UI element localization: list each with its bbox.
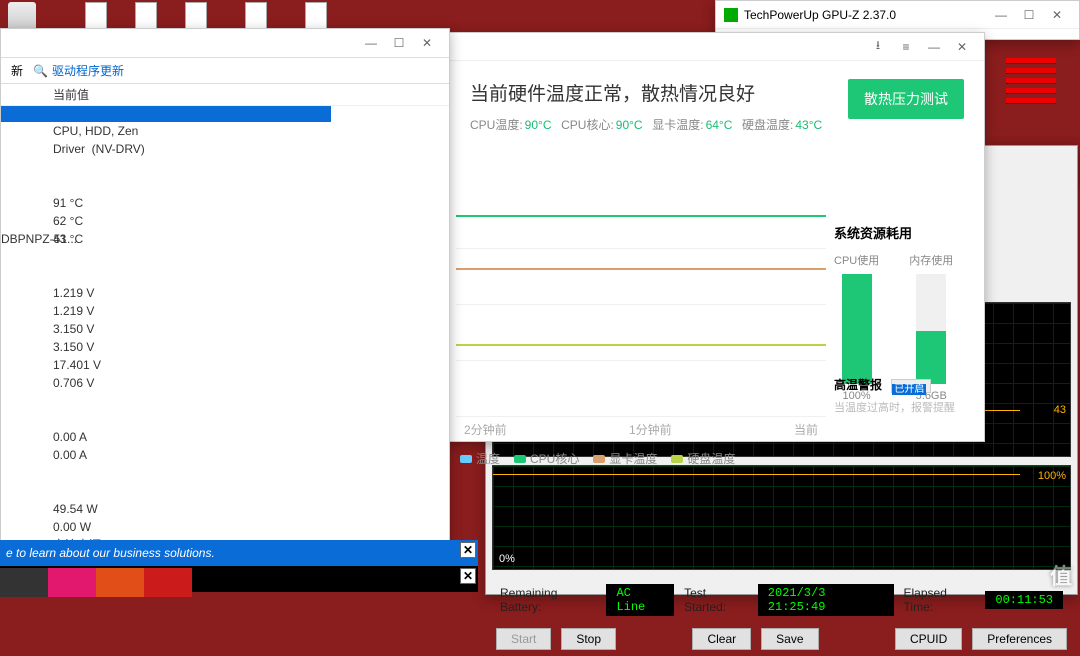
sensor-value: 0.00 A <box>53 428 449 446</box>
cpu-core-value: 90°C <box>616 118 643 132</box>
taskbar-tiles <box>0 568 192 597</box>
legend-item: 显卡温度 <box>593 450 657 467</box>
cpuid-button[interactable]: CPUID <box>895 628 962 650</box>
sensor-value: 49.54 W <box>53 500 449 518</box>
cpu-usage-label: CPU使用 <box>834 252 879 268</box>
sensor-label: DBPNPZ-51... <box>1 230 77 248</box>
start-button[interactable]: Start <box>496 628 551 650</box>
xaxis-label: 1分钟前 <box>629 421 672 438</box>
resource-title: 系统资源耗用 <box>834 223 964 242</box>
cpu-temp-label: CPU温度: <box>470 118 523 132</box>
sensor-value: CPU, HDD, Zen <box>53 122 449 140</box>
cpu-temp-value: 90°C <box>525 118 552 132</box>
close-icon[interactable]: ✕ <box>460 568 476 584</box>
cpu-usage-bar <box>842 274 872 384</box>
taskbar-tile[interactable] <box>0 568 48 597</box>
started-label: Test Started: <box>684 586 748 614</box>
sensor-value: 17.401 V <box>53 356 449 374</box>
sensor-value: 1.219 V <box>53 302 449 320</box>
driver-update-link[interactable]: 驱动程序更新 <box>52 62 124 79</box>
sensor-list: CPU, HDD, Zen Driver (NV-DRV) 91 °C 62 °… <box>1 122 449 562</box>
battery-value: AC Line <box>606 584 674 616</box>
sensor-value: 0.00 W <box>53 518 449 536</box>
menu-icon[interactable]: ≡ <box>892 33 920 61</box>
download-icon[interactable]: ⭳ <box>864 33 892 61</box>
save-button[interactable]: Save <box>761 628 818 650</box>
maximize-button[interactable]: ☐ <box>1015 1 1043 29</box>
hardware-monitor-window: — ☐ ✕ 新 🔍 驱动程序更新 当前值 CPU, HDD, Zen Drive… <box>0 28 450 568</box>
battery-label: Remaining Battery: <box>500 586 596 614</box>
taskbar-tile[interactable] <box>48 568 96 597</box>
minimize-button[interactable]: — <box>920 33 948 61</box>
sensor-value: 3.150 V <box>53 338 449 356</box>
close-button[interactable]: ✕ <box>1043 1 1071 29</box>
close-icon[interactable]: ✕ <box>460 542 476 558</box>
clear-button[interactable]: Clear <box>692 628 751 650</box>
search-icon: 🔍 <box>33 64 48 78</box>
sensor-value: 62 °C <box>53 212 449 230</box>
elapsed-value: 00:11:53 <box>985 591 1063 609</box>
temp-chart: 2分钟前 1分钟前 当前 温度 CPU核心 显卡温度 硬盘温度 <box>456 193 826 423</box>
xaxis-label: 2分钟前 <box>464 421 507 438</box>
gpuz-title: TechPowerUp GPU-Z 2.37.0 <box>744 8 987 22</box>
tab-new[interactable]: 新 <box>5 62 29 79</box>
mem-usage-label: 内存使用 <box>909 252 953 268</box>
started-value: 2021/3/3 21:25:49 <box>758 584 894 616</box>
graph-axis-label: 0% <box>499 553 515 565</box>
sensor-value: 3.150 V <box>53 320 449 338</box>
sensor-value: 0.00 A <box>53 446 449 464</box>
legend-item: CPU核心 <box>514 450 579 467</box>
gpu-temp-value: 64°C <box>706 118 733 132</box>
graph-value: 43 <box>1054 404 1066 416</box>
sensor-value: 0.706 V <box>53 374 449 392</box>
preferences-button[interactable]: Preferences <box>972 628 1067 650</box>
maximize-button[interactable]: ☐ <box>385 29 413 57</box>
hdd-temp-label: 硬盘温度: <box>742 118 793 132</box>
stress-test-button[interactable]: 散热压力测试 <box>848 79 964 119</box>
xaxis-label: 当前 <box>794 421 818 438</box>
status-row: Remaining Battery: AC Line Test Started:… <box>492 578 1071 622</box>
selected-row[interactable] <box>1 106 331 122</box>
alert-toggle[interactable]: 已开启 <box>891 379 931 393</box>
graph-value: 100% <box>1038 470 1066 482</box>
background-indicator <box>1006 58 1056 108</box>
ad-banner-text: e to learn about our business solutions. <box>6 546 215 560</box>
stop-button[interactable]: Stop <box>561 628 616 650</box>
usage-graph: 100% 0% <box>492 465 1071 570</box>
mem-usage-bar <box>916 274 946 384</box>
cpu-core-label: CPU核心: <box>561 118 614 132</box>
minimize-button[interactable]: — <box>357 29 385 57</box>
sensor-value: 1.219 V <box>53 284 449 302</box>
watermark: 值 <box>1050 559 1072 591</box>
sensor-value: 91 °C <box>53 194 449 212</box>
hdd-temp-value: 43°C <box>795 118 822 132</box>
gpuz-icon <box>724 8 738 22</box>
temperature-monitor-window: ⭳ ≡ — ✕ 当前硬件温度正常，散热情况良好 CPU温度:90°C CPU核心… <box>445 32 985 442</box>
legend-item: 硬盘温度 <box>671 450 735 467</box>
elapsed-label: Elapsed Time: <box>904 586 976 614</box>
taskbar-tile[interactable] <box>96 568 144 597</box>
column-header: 当前值 <box>1 84 449 106</box>
alert-subtext: 当温度过高时，报警提醒 <box>834 399 964 415</box>
ad-banner[interactable]: e to learn about our business solutions.… <box>0 540 478 566</box>
sensor-value: Driver (NV-DRV) <box>53 140 449 158</box>
taskbar-tile[interactable] <box>144 568 192 597</box>
legend-item: 温度 <box>460 450 500 467</box>
close-button[interactable]: ✕ <box>413 29 441 57</box>
close-button[interactable]: ✕ <box>948 33 976 61</box>
gpu-temp-label: 显卡温度: <box>652 118 703 132</box>
alert-label: 高温警报 <box>834 378 882 392</box>
minimize-button[interactable]: — <box>987 1 1015 29</box>
